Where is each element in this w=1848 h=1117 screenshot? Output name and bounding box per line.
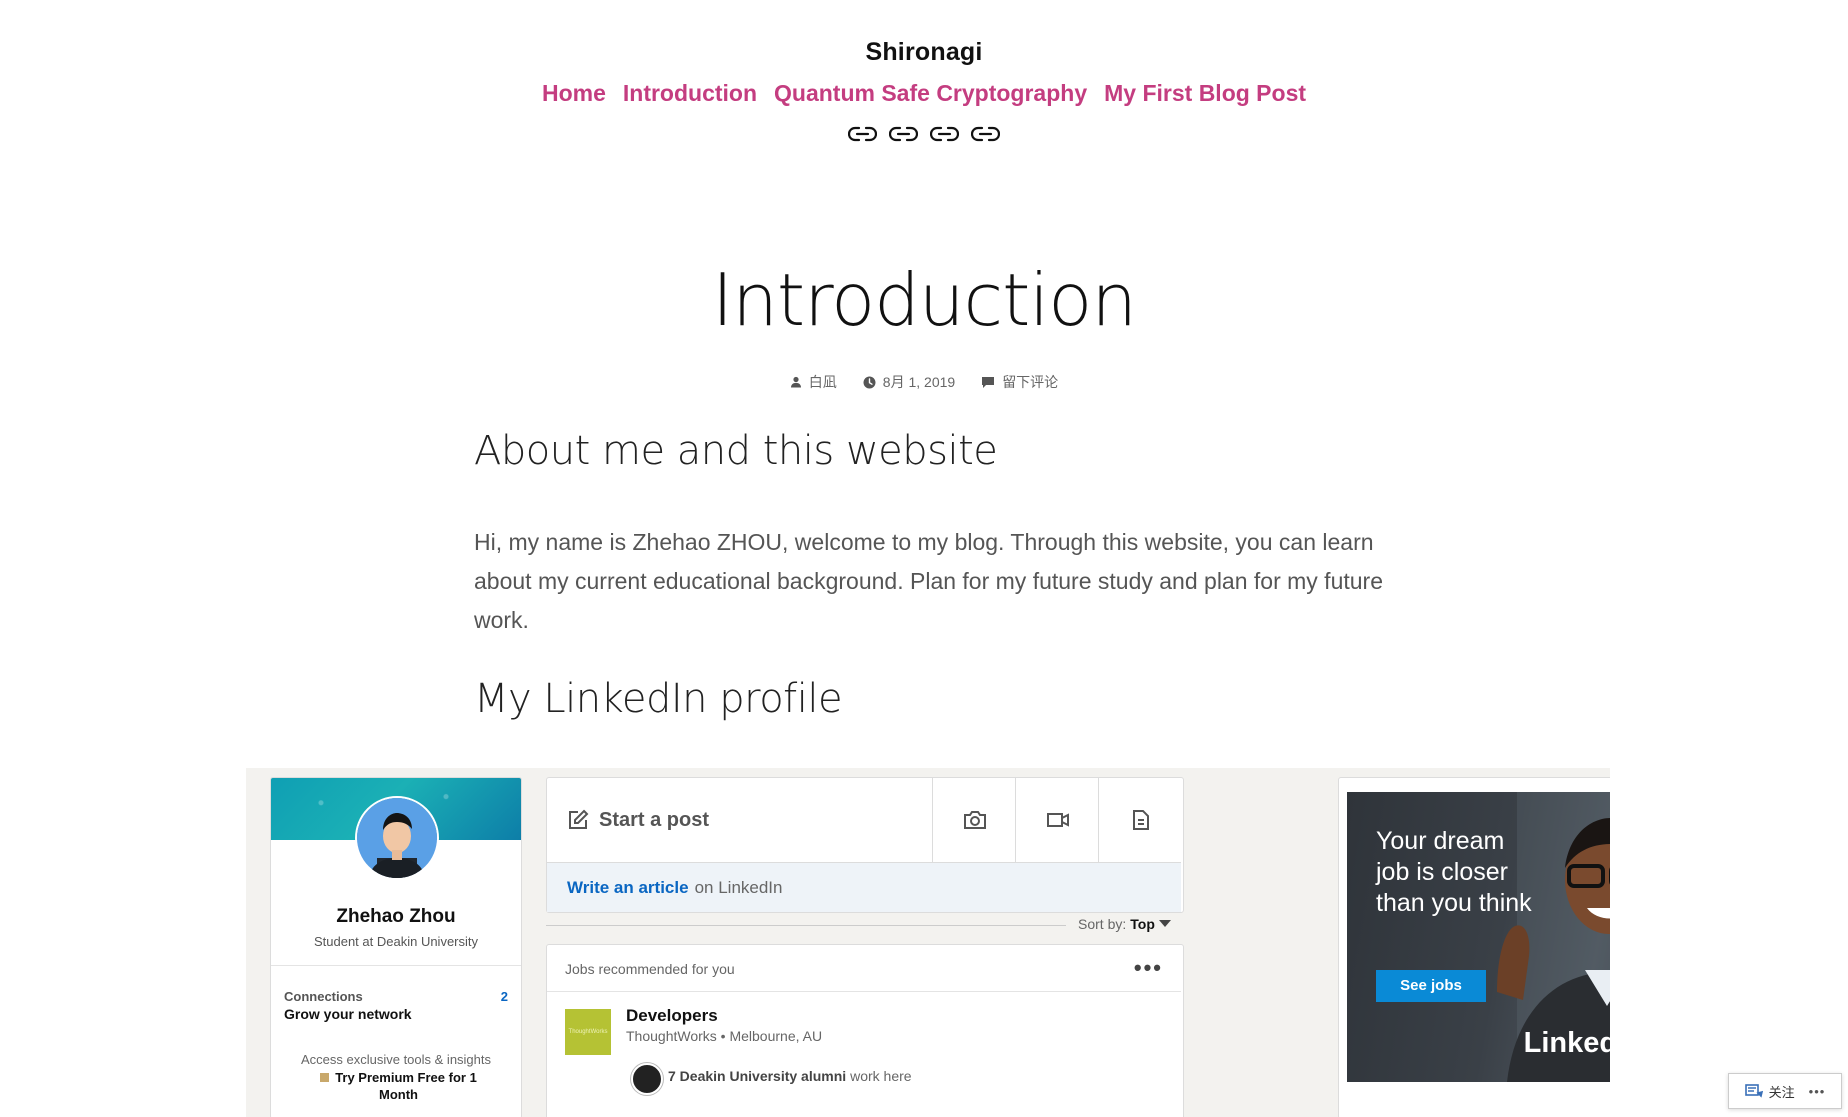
caret-down-icon (1158, 920, 1171, 927)
nav-item-quantum-safe-cryptography[interactable]: Quantum Safe Cryptography (774, 80, 1087, 107)
post-meta: 白凪 8月 1, 2019 留下评论 (0, 372, 1848, 392)
nav-item-first-blog-post[interactable]: My First Blog Post (1104, 80, 1306, 107)
see-jobs-button: See jobs (1376, 970, 1486, 1002)
document-icon (1132, 810, 1149, 830)
ad-banner: Your dream job is closer than you think … (1347, 792, 1610, 1082)
post-comments-text: 留下评论 (1002, 374, 1059, 390)
link-icon[interactable] (929, 123, 960, 145)
follow-button[interactable]: 关注 ••• (1728, 1073, 1842, 1109)
follow-label: 关注 (1768, 1084, 1795, 1100)
section-heading-linkedin: My LinkedIn profile (474, 676, 843, 722)
camera-icon (963, 811, 986, 829)
primary-navigation: Home Introduction Quantum Safe Cryptogra… (0, 80, 1848, 107)
job-company: ThoughtWorks • Melbourne, AU (626, 1028, 823, 1044)
post-author-name: 白凪 (808, 374, 837, 390)
jobs-card-title: Jobs recommended for you (565, 961, 735, 977)
clock-icon (863, 376, 876, 388)
write-article-link: Write an article (567, 877, 689, 897)
job-title: Developers (626, 1006, 718, 1025)
premium-trial-link: Try Premium Free for 1 Month (301, 1069, 496, 1103)
alumni-count: 7 Deakin University alumni (668, 1068, 847, 1084)
premium-promo-text: Access exclusive tools & insights (300, 1052, 492, 1067)
document-button (1098, 778, 1182, 862)
linkedin-ad-card: Your dream job is closer than you think … (1338, 777, 1610, 1117)
start-post-label: Start a post (599, 808, 710, 831)
video-camera-icon (1046, 813, 1069, 827)
write-article-bar: Write an article on LinkedIn (547, 862, 1181, 912)
divider (271, 965, 521, 966)
more-icon[interactable]: ••• (1809, 1084, 1826, 1099)
post-author[interactable]: 白凪 (790, 372, 837, 392)
sort-value: Top (1130, 916, 1155, 932)
university-logo (631, 1063, 663, 1095)
connections-label: Connections (284, 989, 363, 1004)
section-heading-about: About me and this website (474, 428, 998, 474)
pencil-edit-icon (569, 809, 589, 829)
more-options-icon: ••• (1133, 955, 1163, 980)
nav-item-home[interactable]: Home (542, 80, 606, 107)
divider (547, 991, 1181, 992)
sort-control: Sort by: Top (1078, 916, 1171, 932)
linkedin-profile-card: Zhehao Zhou Student at Deakin University… (270, 777, 522, 1117)
sort-label: Sort by: (1078, 916, 1127, 932)
link-icon[interactable] (970, 123, 1001, 145)
comment-icon (982, 376, 995, 388)
linkedin-screenshot: Zhehao Zhou Student at Deakin University… (246, 768, 1610, 1117)
site-title[interactable]: Shironagi (0, 38, 1848, 67)
job-alumni-note: 7 Deakin University alumni work here (668, 1068, 912, 1084)
linkedin-logo-text: Linked (1523, 1027, 1610, 1059)
nav-item-introduction[interactable]: Introduction (623, 80, 757, 107)
photo-button (932, 778, 1016, 862)
intro-paragraph: Hi, my name is Zhehao ZHOU, welcome to m… (474, 529, 1383, 633)
profile-headline: Student at Deakin University (313, 934, 479, 949)
alumni-suffix: work here (850, 1068, 912, 1084)
share-box: Start a post Write an article on LinkedI… (546, 777, 1184, 913)
profile-name[interactable]: Zhehao Zhou (271, 906, 521, 928)
linkedin-logo: LinkedinTM (1524, 1027, 1610, 1060)
post-date-text: 8月 1, 2019 (882, 374, 956, 390)
premium-trial-label: Try Premium Free for 1 Month (335, 1070, 477, 1102)
write-article-suffix: on LinkedIn (694, 877, 783, 897)
ad-headline: Your dream job is closer than you think (1376, 827, 1532, 917)
post-comments-link[interactable]: 留下评论 (981, 372, 1058, 392)
avatar (355, 796, 439, 880)
connections-count: 2 (500, 989, 508, 1004)
post-date[interactable]: 8月 1, 2019 (863, 372, 955, 392)
page-title: Introduction (711, 258, 1137, 342)
follow-icon (1744, 1084, 1763, 1098)
social-links (0, 123, 1848, 145)
start-post-button: Start a post (547, 778, 932, 862)
link-icon[interactable] (888, 123, 919, 145)
link-icon[interactable] (847, 123, 878, 145)
divider (546, 925, 1066, 926)
video-button (1015, 778, 1099, 862)
grow-network-link: Grow your network (284, 1006, 412, 1022)
user-icon (790, 376, 801, 388)
premium-icon (320, 1073, 330, 1082)
company-logo: ThoughtWorks (565, 1009, 611, 1055)
jobs-recommended-card: Jobs recommended for you ••• ThoughtWork… (546, 944, 1184, 1117)
